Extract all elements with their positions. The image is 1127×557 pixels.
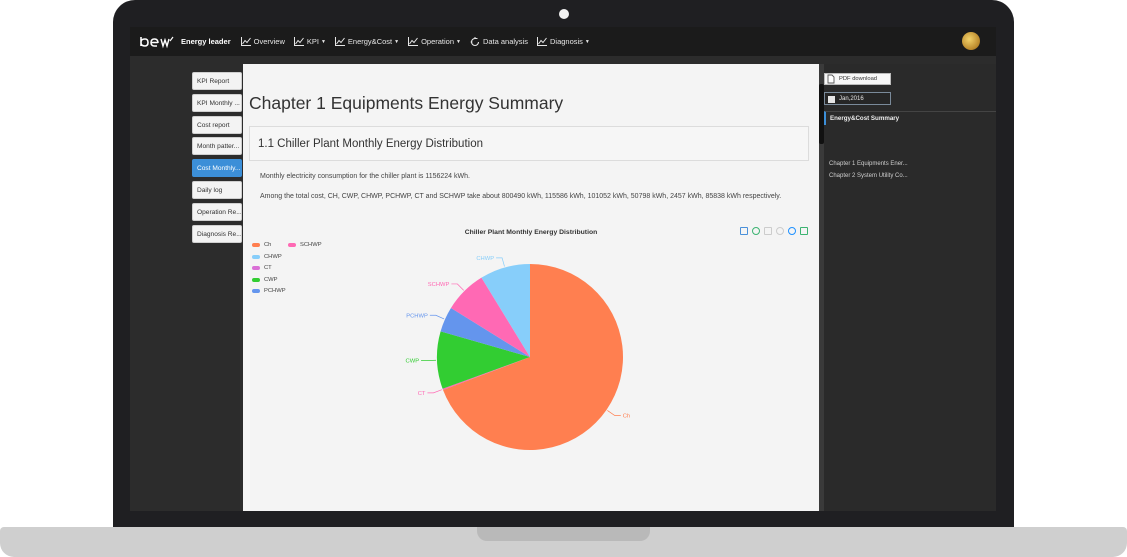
chevron-down-icon: ▼	[394, 38, 400, 45]
slice-label-schwp: SCHWP	[428, 282, 450, 288]
nav-overview-label: Overview	[253, 37, 285, 46]
subnav-item-diagnosis-report[interactable]: Diagnosis Re...	[192, 224, 242, 243]
nav-kpi[interactable]: KPI ▼	[293, 37, 326, 46]
camera-dot	[559, 9, 569, 19]
nav-kpi-label: KPI	[306, 37, 319, 46]
nav-data-analysis[interactable]: Data analysis	[470, 36, 528, 47]
report-document: Chapter 1 Equipments Energy Summary 1.1 …	[243, 64, 819, 511]
slice-label-pchwp: PCHWP	[406, 313, 428, 319]
subnav-item-kpi-monthly[interactable]: KPI Monthly ...	[192, 93, 242, 112]
toc-heading[interactable]: Energy&Cost Summary	[824, 111, 996, 125]
nav-operation[interactable]: Operation ▼	[408, 37, 461, 46]
slice-label-ct: CT	[418, 391, 426, 397]
nav-overview[interactable]: Overview	[240, 37, 285, 46]
pdf-download-button[interactable]: PDF download	[824, 73, 891, 85]
app-screen: Energy leader Overview KPI ▼ Energy&Cost…	[130, 27, 996, 511]
slice-leader-line	[451, 283, 464, 291]
line-chart-icon	[240, 37, 251, 46]
chevron-down-icon: ▼	[456, 38, 461, 45]
nav-energy-cost[interactable]: Energy&Cost ▼	[334, 37, 400, 46]
month-picker[interactable]: Jan,2016	[824, 92, 891, 105]
beop-logo[interactable]	[139, 35, 175, 49]
subnav-item-month-pattern[interactable]: Month patter...	[192, 137, 242, 156]
subnav-item-daily-log[interactable]: Daily log	[192, 180, 242, 199]
chevron-down-icon: ▼	[320, 38, 326, 45]
brand-name: Energy leader	[181, 37, 231, 46]
refresh-icon	[470, 36, 480, 46]
line-chart-icon	[536, 37, 547, 46]
nav-operation-label: Operation	[421, 37, 454, 46]
slice-leader-line	[607, 410, 621, 416]
calendar-icon	[828, 95, 835, 103]
laptop-base-notch	[477, 527, 650, 541]
chevron-down-icon: ▼	[584, 38, 590, 45]
line-chart-icon	[293, 37, 304, 46]
toc-item-chapter-2[interactable]: Chapter 2 System Utility Co...	[829, 173, 908, 179]
slice-leader-line	[429, 314, 445, 320]
subnav-item-cost-monthly[interactable]: Cost Monthly...	[192, 159, 242, 178]
slice-leader-line	[496, 257, 505, 267]
nav-diagnosis-label: Diagnosis	[549, 37, 583, 46]
slice-label-ch: Ch	[623, 414, 630, 420]
line-chart-icon	[408, 37, 419, 46]
toc-item-chapter-1[interactable]: Chapter 1 Equipments Ener...	[829, 161, 908, 167]
line-chart-icon	[334, 37, 345, 46]
top-navbar: Energy leader Overview KPI ▼ Energy&Cost…	[130, 27, 996, 56]
avatar[interactable]	[962, 32, 980, 50]
month-picker-value: Jan,2016	[839, 95, 864, 102]
slice-label-cwp: CWP	[406, 359, 420, 365]
pie-chart: Ch CT CWP PCHWP SCHWP CHWP	[406, 256, 630, 450]
report-subnav: KPI Report KPI Monthly ... Cost report M…	[192, 72, 242, 246]
subnav-item-operation-report[interactable]: Operation Re...	[192, 202, 242, 221]
nav-data-analysis-label: Data analysis	[482, 37, 528, 46]
slice-label-chwp: CHWP	[476, 256, 494, 262]
slice-leader-line	[427, 389, 443, 394]
nav-diagnosis[interactable]: Diagnosis ▼	[536, 37, 590, 46]
right-panel: PDF download Jan,2016 Energy&Cost Summar…	[824, 64, 996, 511]
subnav-item-cost-report[interactable]: Cost report	[192, 115, 242, 134]
document-icon	[827, 74, 835, 84]
pdf-download-label: PDF download	[839, 76, 878, 82]
nav-energy-cost-label: Energy&Cost	[347, 37, 393, 46]
subnav-item-kpi-report[interactable]: KPI Report	[192, 72, 242, 90]
